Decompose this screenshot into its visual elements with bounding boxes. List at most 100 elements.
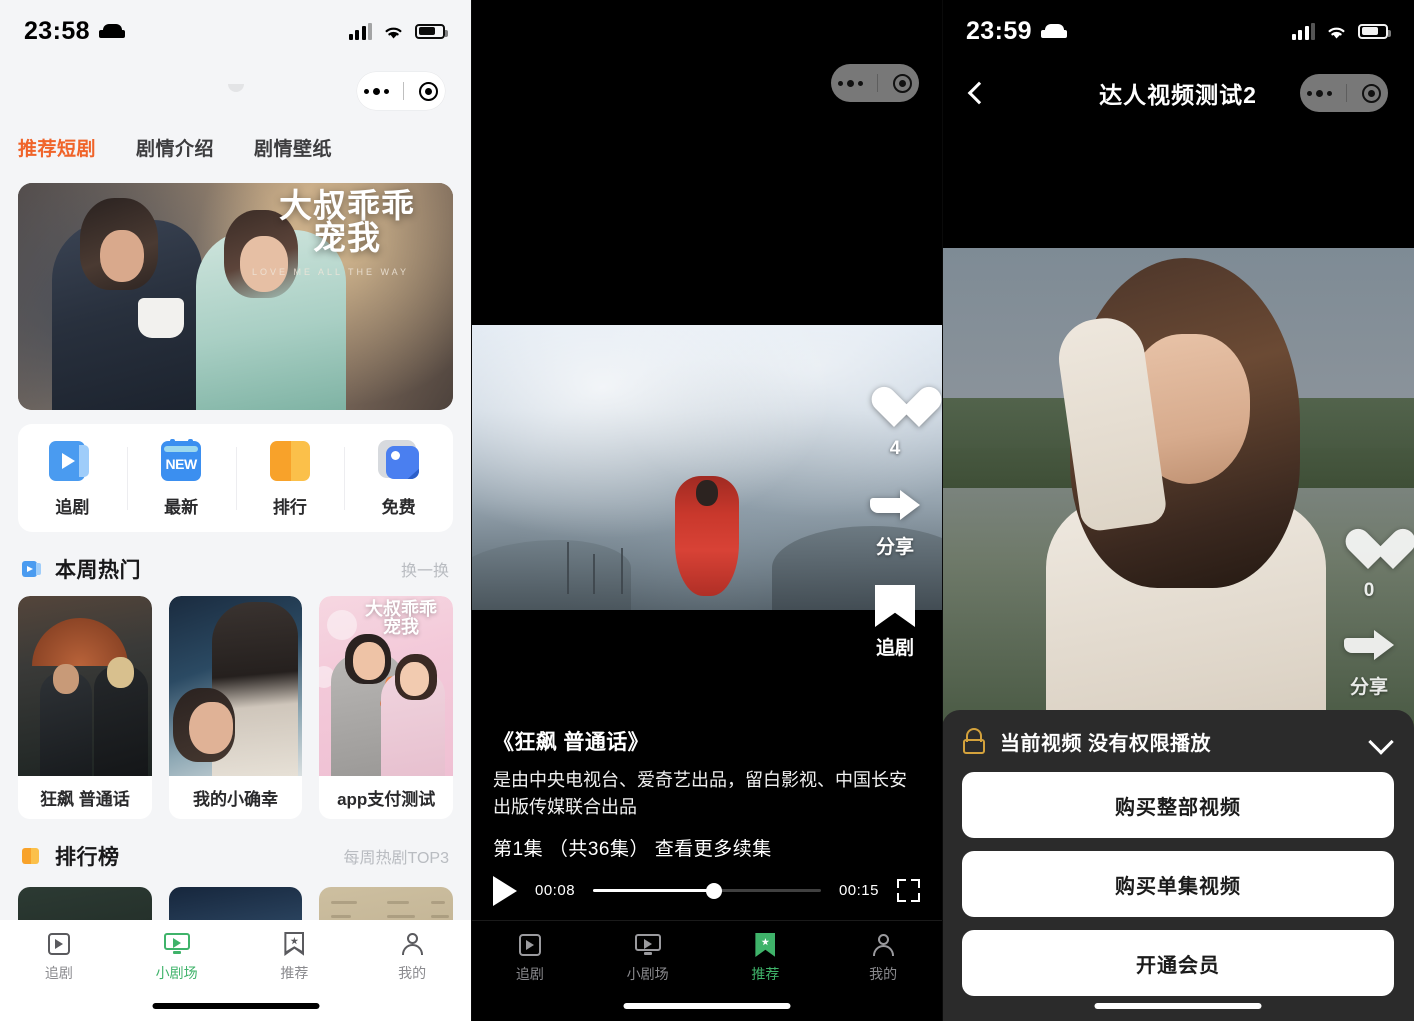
sidebar-item-chase[interactable]: 追剧 (471, 933, 589, 984)
video-episode-info[interactable]: 第1集 （共36集） 查看更多续集 (493, 834, 920, 861)
back-chevron-icon[interactable] (964, 82, 986, 104)
screenshot-stage: 23:58 推荐短剧 剧情介绍 剧情壁纸 大叔乖乖 宠我 LOVE ME ALL… (0, 0, 1414, 1021)
heart-icon[interactable] (871, 388, 919, 432)
sidebar-item-recommend[interactable]: 推荐 (236, 932, 354, 983)
tab-label: 我的 (869, 966, 898, 982)
more-dots-icon[interactable] (838, 79, 864, 87)
play-card-icon (49, 439, 95, 483)
chevron-down-icon[interactable] (1368, 733, 1394, 749)
share-button[interactable]: 分享 (1344, 626, 1394, 699)
fullscreen-icon[interactable] (897, 879, 920, 902)
hot-cards-row: 狂飙 普通话 我的小确幸 大叔乖乖 宠我 app支付测试 (0, 596, 471, 819)
more-dots-icon[interactable] (1307, 89, 1333, 97)
target-circle-icon[interactable] (892, 73, 912, 93)
bookmark-icon[interactable] (875, 585, 915, 627)
target-circle-icon[interactable] (418, 81, 438, 101)
hot-card[interactable]: 大叔乖乖 宠我 app支付测试 (319, 596, 454, 819)
user-icon (870, 933, 896, 957)
sheet-title: 当前视频 没有权限播放 (1000, 732, 1212, 755)
sidebar-item-mine[interactable]: 我的 (353, 932, 471, 983)
video-info-block: 《狂飙 普通话》 是由中央电视台、爱奇艺出品，留白影视、中国长安 出版传媒联合出… (471, 726, 942, 861)
hero-face-left (100, 230, 144, 282)
hero-banner[interactable]: 大叔乖乖 宠我 LOVE ME ALL THE WAY (18, 183, 453, 410)
hot-card[interactable]: 我的小确幸 (168, 596, 303, 819)
video-hill-left (471, 540, 631, 610)
quick-action-label: 追剧 (55, 497, 90, 517)
share-arrow-icon[interactable] (1344, 626, 1394, 666)
like-count: 0 (1363, 580, 1375, 601)
orange-book-icon (22, 846, 42, 866)
like-count: 4 (889, 438, 901, 459)
hot-card[interactable]: 狂飙 普通话 (18, 596, 152, 819)
sidebar-item-mine[interactable]: 我的 (824, 933, 942, 984)
battery-icon (1358, 23, 1391, 39)
ranking-subtitle: 每周热剧TOP3 (343, 850, 449, 867)
hero-title-line2: 宠我 (313, 221, 381, 258)
wechat-capsule-right[interactable] (1300, 74, 1388, 112)
progress-slider[interactable] (593, 882, 821, 899)
progress-fill (593, 889, 714, 892)
bed-icon (98, 24, 125, 38)
sidebar-item-theater[interactable]: 小剧场 (118, 932, 236, 983)
card-thumbnail (18, 596, 152, 776)
wechat-capsule-left[interactable] (357, 72, 445, 110)
share-button[interactable]: 分享 (870, 486, 920, 559)
sidebar-item-theater[interactable]: 小剧场 (589, 933, 707, 984)
follow-label: 追剧 (875, 638, 914, 659)
panel-mini-program-home: 23:58 推荐短剧 剧情介绍 剧情壁纸 大叔乖乖 宠我 LOVE ME ALL… (0, 0, 471, 1021)
quick-action-chase[interactable]: 追剧 (18, 439, 127, 518)
refresh-link[interactable]: 换一换 (401, 557, 449, 581)
sidebar-item-recommend[interactable]: 推荐 (707, 933, 825, 984)
wechat-capsule-middle[interactable] (831, 64, 919, 102)
like-button[interactable]: 0 (1345, 530, 1393, 602)
video-title: 《狂飙 普通话》 (493, 731, 650, 754)
sidebar-item-chase[interactable]: 追剧 (0, 932, 118, 983)
tab-label: 小剧场 (155, 965, 198, 981)
progress-knob[interactable] (705, 882, 722, 899)
tab-label: 追剧 (44, 965, 73, 981)
more-dots-icon[interactable] (364, 87, 390, 95)
section-header-ranking: 排行榜 每周热剧TOP3 (0, 819, 471, 883)
heart-icon[interactable] (1345, 530, 1393, 574)
new-calendar-icon: NEW (158, 438, 204, 483)
tab-label: 小剧场 (626, 966, 669, 982)
share-arrow-icon[interactable] (870, 486, 920, 526)
bookmark-star-icon (281, 932, 307, 956)
target-circle-icon[interactable] (1361, 83, 1381, 103)
status-bar-left: 23:58 (0, 0, 471, 62)
follow-button[interactable]: 追剧 (875, 585, 915, 660)
bookmark-star-icon (752, 933, 778, 957)
user-icon (399, 932, 425, 956)
video-player-controls: 00:08 00:15 (471, 861, 942, 920)
buy-single-episode-button[interactable]: 购买单集视频 (962, 851, 1394, 917)
mini-program-top-bar (0, 62, 471, 120)
buy-full-video-button[interactable]: 购买整部视频 (962, 772, 1394, 838)
category-tabs: 推荐短剧 剧情介绍 剧情壁纸 (0, 120, 471, 177)
capsule-divider (1346, 84, 1348, 102)
quick-action-newest[interactable]: NEW 最新 (126, 438, 236, 518)
video-action-rail-right: 0 分享 (1344, 530, 1394, 699)
quick-action-ranking[interactable]: 排行 (235, 439, 345, 518)
hero-title: 大叔乖乖 宠我 (257, 190, 437, 258)
video-description-line2: 出版传媒联合出品 (493, 797, 637, 817)
wechat-capsule-right-wrap (1300, 74, 1388, 112)
quick-actions-card: 追剧 NEW 最新 排行 免费 (18, 424, 453, 532)
like-button[interactable]: 4 (871, 388, 919, 460)
open-membership-button[interactable]: 开通会员 (962, 930, 1394, 996)
tab-recommend-shorts[interactable]: 推荐短剧 (18, 134, 96, 161)
tab-label: 推荐 (280, 965, 309, 981)
quick-action-free[interactable]: 免费 (344, 439, 453, 518)
card-title: app支付测试 (337, 790, 436, 809)
tab-plot-wallpaper[interactable]: 剧情壁纸 (254, 134, 332, 161)
section-title: 本周热门 (55, 559, 141, 582)
new-badge-text: NEW (165, 455, 198, 472)
status-right-group (1291, 22, 1391, 40)
play-square-icon (46, 932, 72, 956)
card-title: 狂飙 普通话 (39, 790, 130, 809)
status-bar-right: 23:59 (942, 0, 1414, 62)
panel-creator-video-detail: 23:59 达人视频测试2 0 分享 当前视频 没有权限播放 购买整部视频 购买… (942, 0, 1414, 1021)
card-title: 我的小确幸 (193, 790, 278, 809)
play-triangle-icon[interactable] (493, 875, 517, 906)
tab-plot-intro[interactable]: 剧情介绍 (136, 134, 214, 161)
rank-book-icon (267, 439, 313, 483)
